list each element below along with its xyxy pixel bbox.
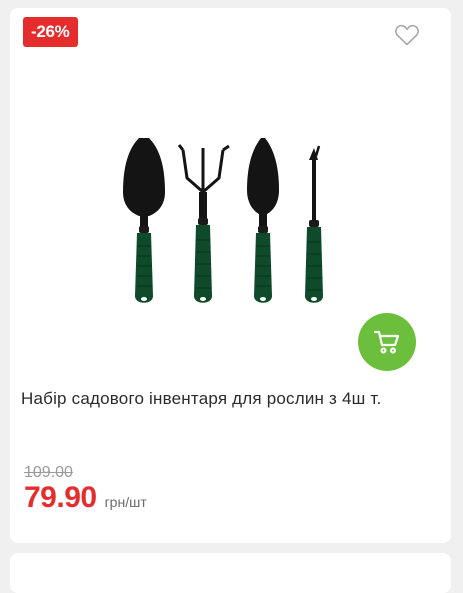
- narrow-trowel-tool-icon: [247, 138, 279, 303]
- wishlist-button[interactable]: [394, 23, 420, 47]
- discount-badge: -26%: [23, 17, 78, 47]
- price-unit: грн/шт: [104, 494, 147, 510]
- old-price: 109.00: [24, 464, 73, 481]
- rake-tool-icon: [177, 144, 230, 303]
- product-image[interactable]: [95, 120, 365, 320]
- price-row: 79.90 грн/шт: [24, 481, 147, 515]
- next-product-card[interactable]: [10, 553, 451, 593]
- trowel-tool-icon: [123, 138, 165, 303]
- weeder-tool-icon: [305, 145, 323, 303]
- product-title[interactable]: Набір садового інвентаря для рослин з 4ш…: [21, 385, 426, 413]
- shopping-cart-icon: [373, 330, 400, 354]
- add-to-cart-button[interactable]: [358, 313, 416, 371]
- heart-outline-icon: [395, 24, 419, 46]
- current-price: 79.90: [24, 481, 97, 514]
